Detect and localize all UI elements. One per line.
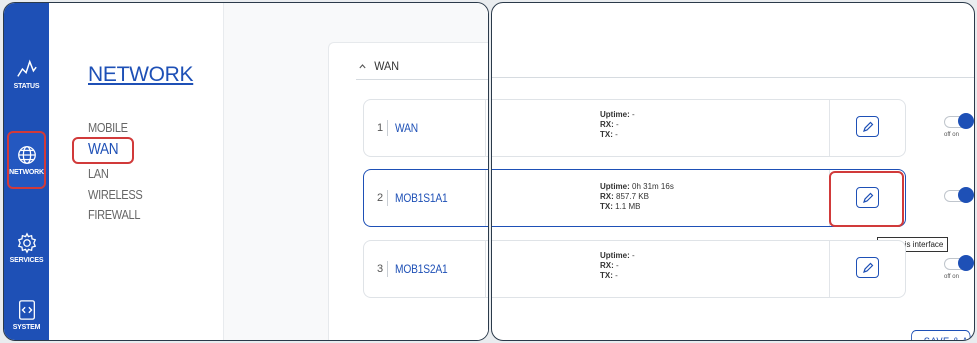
interface-row-details: Uptime: - RX: - TX: - (492, 240, 906, 298)
row-separator (387, 190, 388, 206)
sidebar-item-label: STATUS (13, 83, 40, 90)
rx-value: - (616, 120, 619, 129)
network-menu: NETWORK (49, 3, 224, 340)
wan-highlight (72, 137, 134, 164)
uptime-value: - (632, 110, 635, 119)
sidebar-item-label: SYSTEM (12, 324, 41, 331)
interface-row-details: Uptime: - RX: - TX: - (492, 99, 906, 157)
globe-icon (17, 146, 36, 164)
interface-stats: Uptime: - RX: - TX: - (600, 251, 635, 280)
menu-item-lan[interactable]: LAN (88, 166, 109, 181)
rx-value: 857.7 KB (616, 192, 649, 201)
interface-toggle[interactable] (944, 187, 974, 213)
interface-row[interactable]: 1 WAN (363, 99, 488, 157)
interface-stats: Uptime: 0h 31m 16s RX: 857.7 KB TX: 1.1 … (600, 182, 674, 211)
menu-item-firewall[interactable]: FIREWALL (88, 207, 140, 222)
edit-interface-button[interactable] (856, 257, 879, 278)
column-divider (829, 100, 830, 156)
row-number: 2 (377, 192, 384, 204)
uptime-value: - (632, 251, 635, 260)
sidebar-item-system[interactable]: SYSTEM (7, 286, 46, 340)
edit-interface-button[interactable] (856, 116, 879, 137)
chevron-up-icon (359, 64, 366, 69)
column-divider (485, 241, 486, 297)
section-title: WAN (374, 59, 400, 73)
column-divider (485, 100, 486, 156)
menu-item-wireless[interactable]: WIRELESS (88, 187, 143, 202)
sidebar-item-services[interactable]: SERVICES (7, 219, 46, 277)
menu-item-mobile[interactable]: MOBILE (88, 120, 128, 135)
section-header[interactable]: WAN (358, 59, 399, 73)
interface-name: MOB1S1A1 (395, 191, 448, 205)
right-panel: Uptime: - RX: - TX: - off on Uptime: 0h … (491, 2, 975, 341)
divider (356, 79, 488, 80)
row-number: 3 (377, 263, 384, 275)
row-number: 1 (377, 122, 384, 134)
tx-value: - (615, 271, 618, 280)
menu-title[interactable]: NETWORK (88, 63, 194, 87)
column-divider (485, 170, 486, 226)
left-panel: STATUS NETWORK SERVICES SYSTEM NETWORK M… (3, 2, 489, 341)
sidebar-item-label: NETWORK (9, 169, 44, 176)
sidebar: STATUS NETWORK SERVICES SYSTEM (4, 3, 49, 340)
sidebar-item-status[interactable]: STATUS (7, 45, 46, 103)
row-separator (387, 261, 388, 277)
edit-highlight (829, 171, 904, 227)
code-file-icon (18, 300, 35, 320)
interface-toggle[interactable]: off on (944, 255, 974, 281)
pencil-icon (862, 262, 873, 273)
row-separator (387, 120, 388, 136)
interface-row[interactable]: 2 MOB1S1A1 (363, 169, 488, 227)
gear-icon (17, 232, 36, 254)
sidebar-item-network[interactable]: NETWORK (7, 131, 46, 189)
interface-stats: Uptime: - RX: - TX: - (600, 110, 635, 139)
interface-toggle[interactable]: off on (944, 113, 974, 139)
activity-icon (16, 59, 37, 77)
interface-name: WAN (395, 121, 418, 135)
uptime-value: 0h 31m 16s (632, 182, 674, 191)
rx-value: - (616, 261, 619, 270)
interface-row[interactable]: 3 MOB1S2A1 (363, 240, 488, 298)
column-divider (829, 241, 830, 297)
tx-value: 1.1 MB (615, 202, 641, 211)
save-apply-button[interactable]: SAVE & A (911, 330, 971, 340)
tx-value: - (615, 130, 618, 139)
pencil-icon (862, 121, 873, 132)
interface-name: MOB1S2A1 (395, 262, 448, 276)
divider (492, 77, 974, 78)
sidebar-item-label: SERVICES (9, 257, 44, 264)
